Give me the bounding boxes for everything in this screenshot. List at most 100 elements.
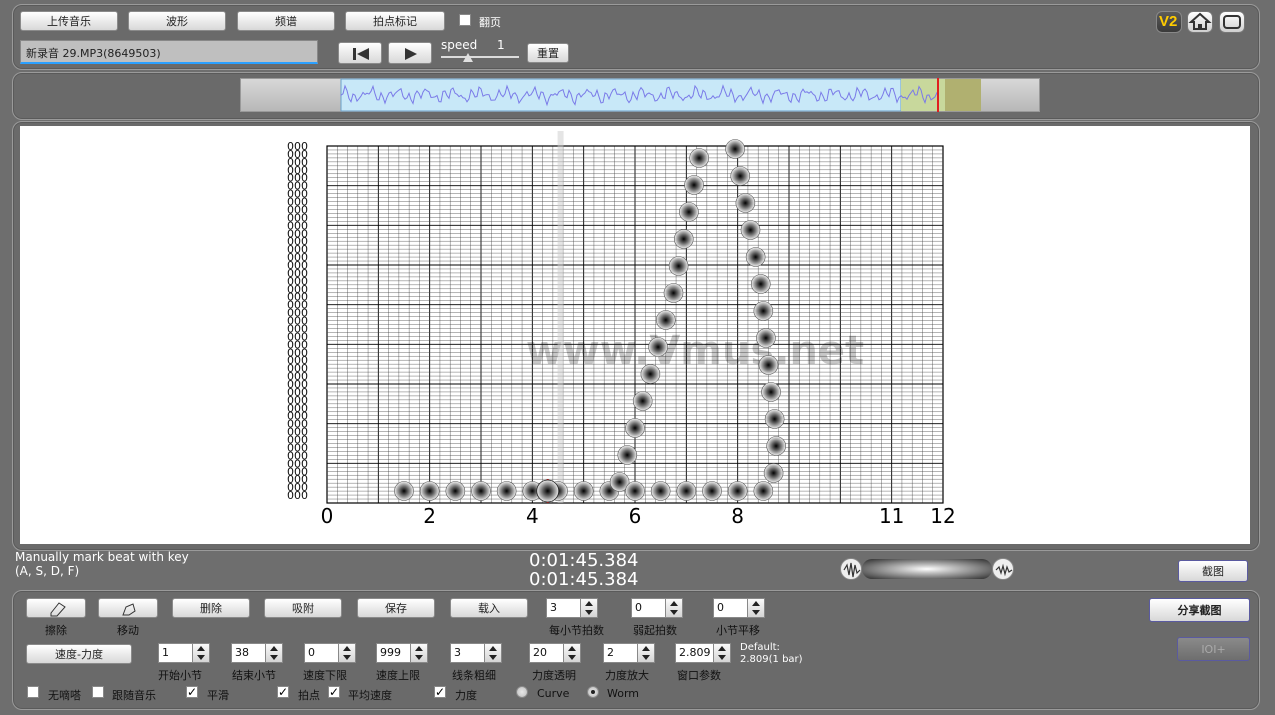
v2-logo-button[interactable]: V2 xyxy=(1156,11,1182,33)
worm-radio[interactable] xyxy=(587,686,599,698)
home-button[interactable] xyxy=(1187,11,1213,33)
window-param-stepper[interactable]: 2.809 xyxy=(675,643,731,663)
tempo-max-value[interactable]: 999 xyxy=(376,643,412,663)
start-bar-arrows[interactable] xyxy=(192,643,210,663)
curve-radio[interactable] xyxy=(516,686,528,698)
play-icon xyxy=(405,48,417,60)
snap-button[interactable]: 吸附 xyxy=(264,598,342,618)
worm-point xyxy=(689,148,709,168)
bar-shift-value[interactable]: 0 xyxy=(713,598,749,618)
save-button[interactable]: 保存 xyxy=(357,598,435,618)
screenshot-button[interactable]: 截图 xyxy=(1178,560,1248,582)
x-tick-label: 12 xyxy=(930,504,955,528)
spectrum-button[interactable]: 频谱 xyxy=(237,11,335,31)
line-width-stepper[interactable]: 3 xyxy=(450,643,502,663)
reset-button[interactable]: 重置 xyxy=(527,43,569,63)
share-screenshot-button[interactable]: 分享截图 xyxy=(1149,598,1250,622)
bar-shift-arrows[interactable] xyxy=(747,598,765,618)
smooth-checkbox[interactable]: ✓ xyxy=(186,686,198,698)
no-metronome-label: 无嘀嗒 xyxy=(48,689,81,702)
flip-page-checkbox[interactable] xyxy=(459,14,471,26)
window-param-value[interactable]: 2.809 xyxy=(675,643,715,663)
ioi-button[interactable]: IOI+ xyxy=(1177,637,1250,661)
smooth-label: 平滑 xyxy=(207,689,229,702)
dynamics-checkbox[interactable]: ✓ xyxy=(434,686,446,698)
pickup-beats-value[interactable]: 0 xyxy=(631,598,667,618)
beats-per-bar-value[interactable]: 3 xyxy=(546,598,582,618)
dynamics-label: 力度 xyxy=(455,689,477,702)
erase-button[interactable] xyxy=(26,598,86,618)
worm-point xyxy=(758,355,779,375)
line-width-arrows[interactable] xyxy=(484,643,502,663)
move-button[interactable] xyxy=(98,598,158,618)
eraser-icon xyxy=(50,602,66,617)
worm-point xyxy=(625,481,645,501)
load-button[interactable]: 载入 xyxy=(450,598,528,618)
file-name-field[interactable]: 新录音 29.MP3(8649503) xyxy=(20,40,318,64)
worm-point xyxy=(625,418,645,438)
worm-point xyxy=(648,337,668,357)
follow-music-checkbox[interactable] xyxy=(92,686,104,698)
skip-start-button[interactable] xyxy=(338,42,382,64)
end-bar-stepper[interactable]: 38 xyxy=(231,643,283,663)
speed-slider-thumb[interactable] xyxy=(463,53,473,62)
waveform-button[interactable]: 波形 xyxy=(128,11,226,31)
line-width-value[interactable]: 3 xyxy=(450,643,486,663)
dyn-opacity-arrows[interactable] xyxy=(563,643,581,663)
tempo-max-label: 速度上限 xyxy=(376,669,420,682)
worm-point xyxy=(745,247,766,267)
tempo-min-label: 速度下限 xyxy=(303,669,347,682)
pickup-beats-stepper[interactable]: 0 xyxy=(631,598,683,618)
no-metronome-checkbox[interactable] xyxy=(27,686,39,698)
worm-point xyxy=(445,481,466,501)
x-tick-label: 8 xyxy=(731,504,744,528)
pickup-beats-label: 弱起拍数 xyxy=(633,624,677,637)
play-button[interactable] xyxy=(388,42,432,64)
fullscreen-button[interactable] xyxy=(1219,11,1245,33)
dynamics-gradient-bar[interactable] xyxy=(840,558,1016,582)
dyn-zoom-arrows[interactable] xyxy=(637,643,655,663)
bar-shift-stepper[interactable]: 0 xyxy=(713,598,765,618)
speed-slider-track xyxy=(441,56,519,58)
dyn-opacity-stepper[interactable]: 20 xyxy=(529,643,581,663)
speed-slider[interactable] xyxy=(441,53,519,63)
delete-button[interactable]: 删除 xyxy=(172,598,250,618)
worm-point xyxy=(766,436,786,456)
beats-per-bar-stepper[interactable]: 3 xyxy=(546,598,598,618)
end-bar-label: 结束小节 xyxy=(232,669,276,682)
worm-point xyxy=(655,310,676,330)
worm-point xyxy=(471,481,491,501)
tempo-min-stepper[interactable]: 0 xyxy=(304,643,356,663)
dyn-zoom-stepper[interactable]: 2 xyxy=(603,643,655,663)
tempo-min-arrows[interactable] xyxy=(338,643,356,663)
beat-mark-button[interactable]: 拍点标记 xyxy=(345,11,445,31)
avg-tempo-label: 平均速度 xyxy=(348,689,392,702)
chart-area[interactable]: 000 000 000 000 000 000 000 000 000 000 000 000 000 0… xyxy=(20,126,1250,544)
dyn-zoom-value[interactable]: 2 xyxy=(603,643,639,663)
upload-music-button[interactable]: 上传音乐 xyxy=(20,11,118,31)
worm-point xyxy=(663,283,684,303)
worm-point xyxy=(496,481,517,501)
dyn-opacity-value[interactable]: 20 xyxy=(529,643,565,663)
start-bar-value[interactable]: 1 xyxy=(158,643,194,663)
start-bar-stepper[interactable]: 1 xyxy=(158,643,210,663)
end-bar-value[interactable]: 38 xyxy=(231,643,267,663)
tempo-min-value[interactable]: 0 xyxy=(304,643,340,663)
curve-label: Curve xyxy=(537,687,570,700)
worm-point xyxy=(617,445,638,465)
overview-waveform[interactable] xyxy=(240,78,1040,112)
beats-per-bar-label: 每小节拍数 xyxy=(549,624,604,637)
tempo-dynamics-button[interactable]: 速度-力度 xyxy=(26,644,132,664)
tempo-worm-chart: 0000000000000000000000000000000000000000… xyxy=(287,131,956,528)
default-value: 2.809(1 bar) xyxy=(740,654,803,665)
pickup-beats-arrows[interactable] xyxy=(665,598,683,618)
tempo-max-stepper[interactable]: 999 xyxy=(376,643,428,663)
dyn-opacity-label: 力度透明 xyxy=(532,669,576,682)
avg-tempo-checkbox[interactable]: ✓ xyxy=(328,686,340,698)
dyn-zoom-label: 力度放大 xyxy=(605,669,649,682)
window-param-arrows[interactable] xyxy=(713,643,731,663)
tempo-max-arrows[interactable] xyxy=(410,643,428,663)
end-bar-arrows[interactable] xyxy=(265,643,283,663)
beats-checkbox[interactable]: ✓ xyxy=(277,686,289,698)
beats-per-bar-arrows[interactable] xyxy=(580,598,598,618)
